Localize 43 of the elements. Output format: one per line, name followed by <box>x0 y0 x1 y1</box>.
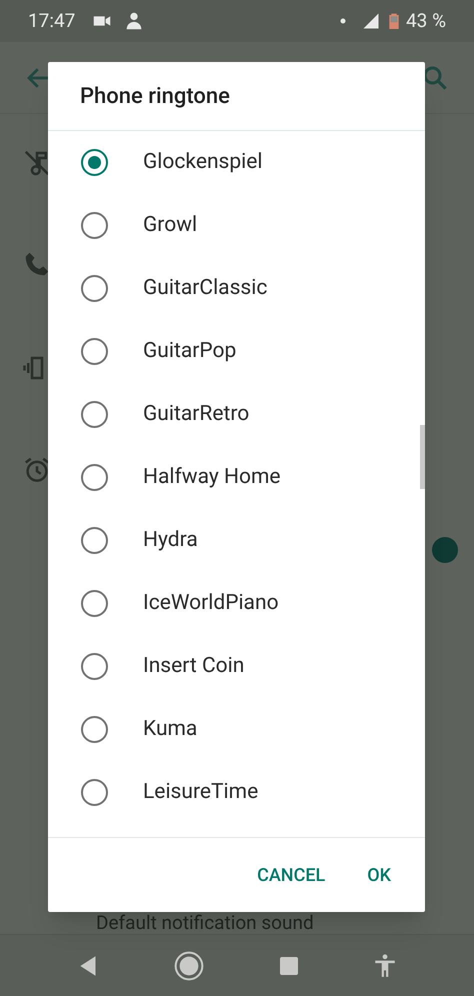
home-icon <box>173 950 206 982</box>
option-label: Kuma <box>143 716 198 743</box>
status-time: 17:47 <box>28 8 76 34</box>
radio-button[interactable] <box>81 401 108 428</box>
option-label: Hydra <box>143 526 198 554</box>
dialog-title: Phone ringtone <box>80 82 230 110</box>
option-label: GuitarClassic <box>143 274 268 302</box>
option-label: IceWorldPiano <box>143 590 279 617</box>
cancel-button[interactable]: CANCEL <box>251 856 332 894</box>
ringtone-option[interactable]: Insert Coin <box>48 635 425 698</box>
radio-button[interactable] <box>81 212 108 239</box>
signal-icon <box>362 12 380 30</box>
ringtone-option[interactable]: Kuma <box>48 698 425 761</box>
radio-button[interactable] <box>81 590 108 617</box>
radio-button[interactable] <box>81 338 108 365</box>
ringtone-option[interactable]: Growl <box>48 194 425 257</box>
dot-icon <box>338 16 348 26</box>
ok-button[interactable]: OK <box>361 856 397 894</box>
option-label: LeisureTime <box>143 778 258 806</box>
option-label: Halfway Home <box>143 464 281 491</box>
option-label: Glockenspiel <box>143 148 263 176</box>
battery-percent: 43 % <box>406 8 446 34</box>
ringtone-option[interactable]: Halfway Home <box>48 446 425 509</box>
ringtone-option[interactable]: IceWorldPiano <box>48 572 425 635</box>
option-label: GuitarPop <box>143 338 236 365</box>
ringtone-option[interactable]: GuitarClassic <box>48 257 425 320</box>
option-label: Insert Coin <box>143 652 244 680</box>
radio-button[interactable] <box>81 464 108 491</box>
scrollbar-thumb[interactable] <box>420 425 425 489</box>
option-label: GuitarRetro <box>143 400 250 428</box>
ringtone-option[interactable]: Hydra <box>48 509 425 572</box>
ringtone-option[interactable]: GuitarRetro <box>48 383 425 446</box>
radio-button[interactable] <box>81 149 108 176</box>
ringtone-option[interactable]: LeisureTime <box>48 761 425 824</box>
ringtone-option[interactable]: Glockenspiel <box>48 131 425 194</box>
option-label: Growl <box>143 212 198 239</box>
radio-button[interactable] <box>81 275 108 302</box>
radio-button[interactable] <box>81 779 108 806</box>
radio-button[interactable] <box>81 527 108 554</box>
radio-button[interactable] <box>81 653 108 680</box>
radio-button[interactable] <box>81 716 108 743</box>
setting-label: Default notification sound <box>96 910 314 936</box>
ringtone-option[interactable]: GuitarPop <box>48 320 425 383</box>
